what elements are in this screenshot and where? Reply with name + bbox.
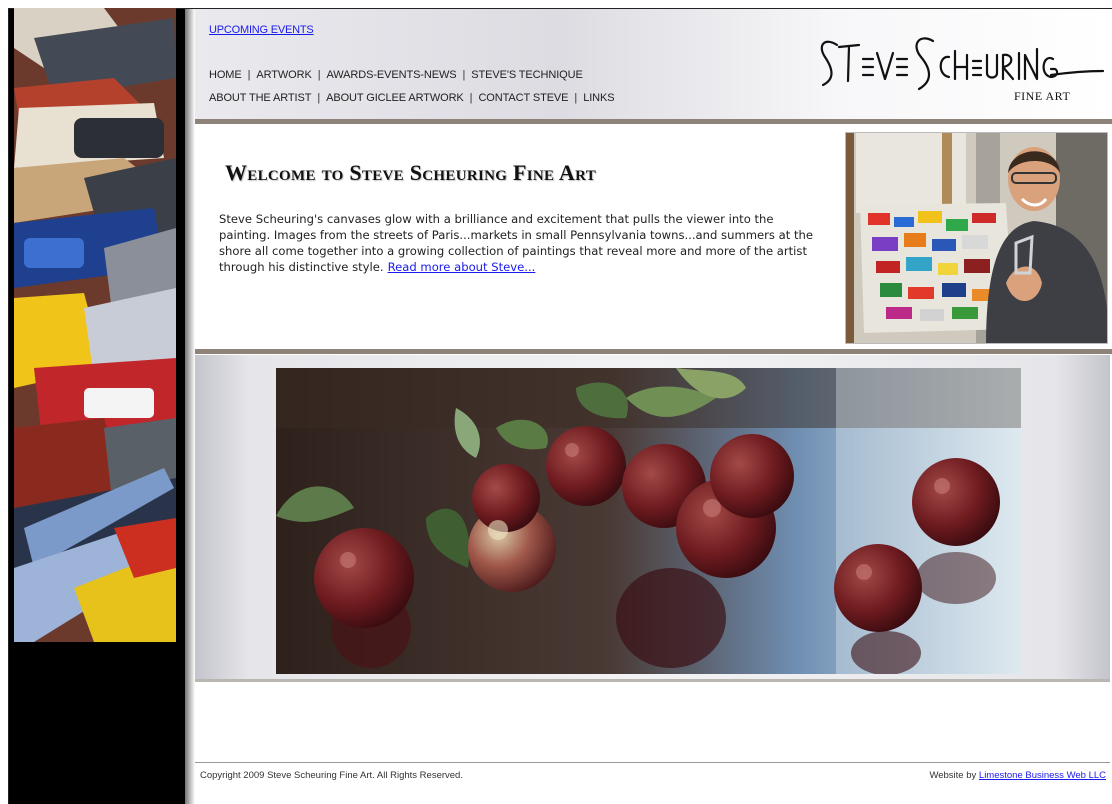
feature-bottom-rule xyxy=(195,679,1110,682)
nav-awards-events-news[interactable]: AWARDS-EVENTS-NEWS xyxy=(326,69,456,81)
nav-separator: | xyxy=(317,69,321,81)
logo-subtitle: FINE ART xyxy=(1014,89,1071,103)
apples-painting xyxy=(276,368,1021,674)
nav-contact-steve[interactable]: CONTACT STEVE xyxy=(478,92,568,104)
footer-divider xyxy=(195,762,1110,763)
welcome-section: Welcome to Steve Scheuring Fine Art Stev… xyxy=(195,124,845,349)
credit-prefix: Website by xyxy=(929,770,977,781)
artist-photo xyxy=(845,132,1108,344)
content-divider xyxy=(195,349,1112,354)
site-logo[interactable]: FINE ART xyxy=(815,23,1105,113)
nav-artwork[interactable]: ARTWORK xyxy=(256,69,311,81)
welcome-paragraph: Steve Scheuring's canvases glow with a b… xyxy=(219,211,819,275)
nav-about-giclee-artwork[interactable]: ABOUT GICLEE ARTWORK xyxy=(326,92,464,104)
upcoming-events-link[interactable]: UPCOMING EVENTS xyxy=(209,24,314,36)
site-credit: Website by Limestone Business Web LLC xyxy=(929,770,1106,781)
welcome-heading: Welcome to Steve Scheuring Fine Art xyxy=(225,160,596,185)
nav-home[interactable]: HOME xyxy=(209,69,242,81)
main-nav-row-2: ABOUT THE ARTIST | ABOUT GICLEE ARTWORK | CO… xyxy=(209,92,615,104)
nav-separator: | xyxy=(317,92,321,104)
read-more-link[interactable]: Read more about Steve... xyxy=(388,260,536,274)
nav-steves-technique[interactable]: STEVE'S TECHNIQUE xyxy=(471,69,583,81)
nav-links[interactable]: LINKS xyxy=(583,92,614,104)
nav-separator: | xyxy=(469,92,473,104)
nav-separator: | xyxy=(462,69,466,81)
toy-cars-painting xyxy=(14,8,176,642)
nav-separator: | xyxy=(574,92,578,104)
nav-separator: | xyxy=(247,69,251,81)
nav-about-the-artist[interactable]: ABOUT THE ARTIST xyxy=(209,92,311,104)
left-column-shadow xyxy=(185,9,195,804)
credit-link[interactable]: Limestone Business Web LLC xyxy=(979,770,1106,781)
copyright-text: Copyright 2009 Steve Scheuring Fine Art.… xyxy=(200,770,463,781)
main-nav-row-1: HOME | ARTWORK | AWARDS-EVENTS-NEWS | STEVE'S … xyxy=(209,69,583,81)
site-header: UPCOMING EVENTS HOME | ARTWORK | AWARDS-EVEN… xyxy=(195,9,1112,121)
